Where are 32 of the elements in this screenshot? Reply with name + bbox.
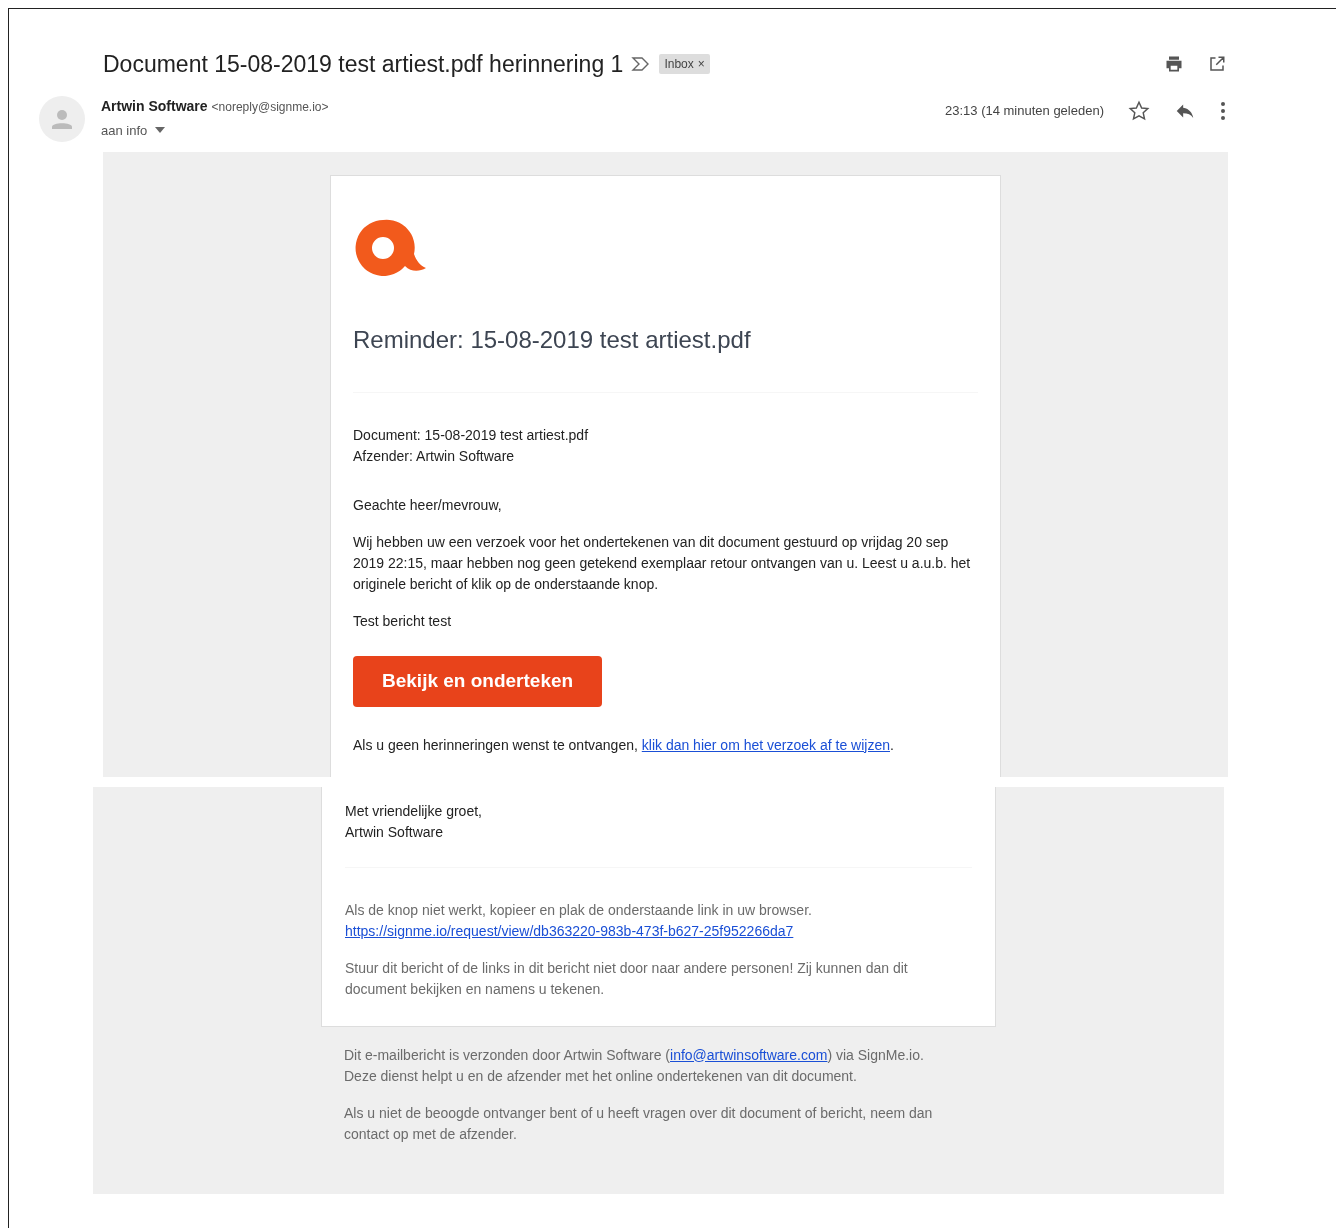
note-text: Test bericht test (353, 612, 453, 632)
contact-text: Als u niet de beoogde ontvanger bent of u heeft vragen over dit document of bericht, neem dan contact op met de afzender. (344, 1103, 934, 1144)
remove-label-button[interactable]: × (697, 55, 705, 74)
warning-text: Stuur dit bericht of de links in dit bericht niet door naar andere personen! Zij kunnen dan dit document bekijken en namens u tekenen. (345, 958, 909, 999)
greeting: Geachte heer/mevrouw, (353, 496, 503, 516)
open-new-window-icon[interactable] (1208, 55, 1226, 74)
caret-icon[interactable] (155, 127, 166, 134)
sent-by-text: Dit e-mailbericht is verzonden door Artwin Software (info@artwinsoftware.com) via SignMe.io. (344, 1045, 925, 1065)
recipient-label: aan info (101, 121, 148, 140)
body-paragraph: Wij hebben uw een verzoek voor het ondertekenen van dit document gestuurd op vrijdag 20 sep 2019 22:15, maar hebben nog geen getekend exemplaar retour ontvangen van u. Leest u a.u.b. het originele bericht of klik op de onderstaande knop. (353, 533, 972, 595)
avatar-icon (39, 95, 85, 142)
signature-text: Artwin Software (345, 822, 445, 842)
inbox-label: Inbox × (659, 54, 710, 75)
document-line: Document: 15-08-2019 test artiest.pdf (353, 426, 590, 446)
email-link[interactable]: info@artwinsoftware.com (670, 1046, 828, 1063)
closing-text: Met vriendelijke groet, (345, 801, 483, 821)
sign-button[interactable]: Bekijk en onderteken (353, 656, 603, 707)
fallback-link[interactable]: https://signme.io/request/view/db363220-983b-473f-b627-25f952266da7 (345, 922, 794, 939)
logo-icon (353, 217, 427, 278)
star-icon[interactable] (1128, 99, 1150, 122)
fallback-text: Als de knop niet werkt, kopieer en plak de onderstaande link in uw browser. (345, 900, 813, 920)
sender-line: Afzender: Artwin Software (353, 447, 516, 467)
print-icon[interactable] (1164, 54, 1184, 75)
email-heading: Reminder: 15-08-2019 test artiest.pdf (353, 325, 752, 355)
more-options-icon[interactable] (1220, 100, 1226, 121)
service-text: Deze dienst helpt u en de afzender met het online ondertekenen van dit document. (344, 1066, 858, 1086)
reject-link[interactable]: klik dan hier om het verzoek af te wijzen (641, 736, 890, 753)
timestamp: 23:13 (14 minuten geleden) (945, 101, 1104, 120)
sender-email: <noreply@signme.io> (211, 98, 329, 116)
email-subject: Document 15-08-2019 test artiest.pdf herinnering 1 (103, 50, 624, 79)
sender-name: Artwin Software (101, 96, 208, 116)
unsubscribe-text: Als u geen herinneringen wenst te ontvangen, klik dan hier om het verzoek af te wijzen. (353, 735, 895, 755)
